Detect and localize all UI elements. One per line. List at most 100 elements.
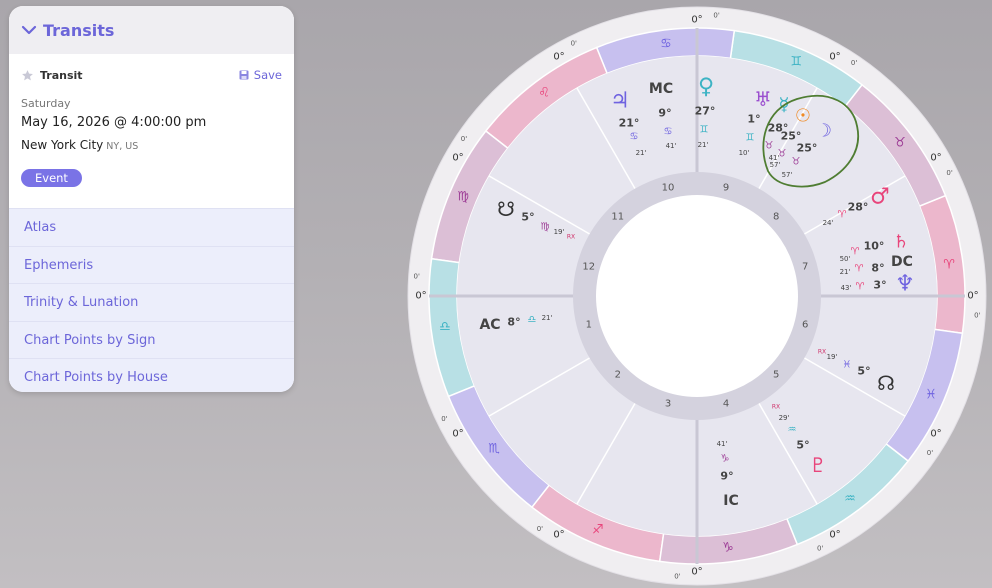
planet-mars-minute: 24' [823, 219, 834, 227]
house-number-2: 2 [615, 370, 621, 381]
angle-asc: AC [479, 317, 500, 333]
house-number-6: 6 [802, 320, 808, 331]
sign-glyph-aries-icon: ♈ [943, 258, 955, 273]
point-sign-icon: ♈ [855, 264, 864, 275]
mc-minute: 41' [666, 142, 677, 150]
planet-pluto-retrograde: RX [772, 404, 780, 411]
planet-jupiter-minute: 21' [636, 149, 647, 157]
event-badge[interactable]: Event [21, 169, 82, 187]
save-button[interactable]: Save [239, 68, 282, 82]
cusp-degree: 0° [691, 15, 702, 26]
sign-glyph-taurus-icon: ♉ [894, 136, 906, 151]
sign-glyph-virgo-icon: ♍ [457, 189, 469, 204]
sign-glyph-sagittarius-icon: ♐ [592, 522, 604, 537]
cusp-minute: 0' [414, 272, 420, 280]
planet-jupiter-icon: ♃ [610, 89, 630, 114]
planet-uranus-degree: 1° [747, 113, 760, 126]
sign-glyph-gemini-icon: ♊ [790, 55, 802, 70]
cusp-degree: 0° [452, 429, 463, 440]
planet-saturn-minute: 50' [840, 255, 851, 263]
planet-northnode-icon: ☊ [877, 371, 895, 395]
planet-moon-sign-icon: ♉ [792, 157, 801, 168]
cusp-degree: 0° [691, 567, 702, 578]
cusp-degree: 0° [452, 153, 463, 164]
cusp-minute: 0' [817, 545, 823, 553]
menu-item-ephemeris[interactable]: Ephemeris [9, 245, 294, 284]
wheel-center [596, 195, 798, 397]
planet-mars-sign-icon: ♈ [838, 210, 847, 221]
planet-pluto-degree: 5° [796, 439, 809, 452]
house-number-10: 10 [662, 182, 675, 193]
ic-sign-icon: ♑ [721, 454, 730, 465]
sign-glyph-leo-icon: ♌ [538, 86, 550, 101]
house-number-1: 1 [586, 320, 592, 331]
point-minute: 21' [840, 268, 851, 276]
planet-uranus-sign-icon: ♊ [746, 133, 755, 144]
planet-moon-icon: ☽ [816, 121, 832, 142]
cusp-minute: 0' [674, 572, 680, 580]
planet-pluto-minute: 29' [779, 414, 790, 422]
cusp-degree: 0° [553, 52, 564, 63]
house-number-4: 4 [723, 399, 729, 410]
menu-item-trinity-lunation[interactable]: Trinity & Lunation [9, 283, 294, 321]
house-number-7: 7 [802, 262, 808, 273]
asc-degree: 8° [507, 316, 520, 329]
planet-sun-sign-icon: ♉ [778, 149, 787, 160]
cusp-degree: 0° [553, 530, 564, 541]
save-label: Save [253, 68, 282, 82]
planet-neptune-minute: 43' [841, 284, 852, 292]
cusp-minute: 0' [571, 39, 577, 47]
planet-southnode-icon: ☋ [497, 197, 515, 221]
chart-location: New York City NY, US [21, 138, 282, 152]
angle-dsc: DC [891, 254, 913, 270]
cusp-minute: 0' [537, 525, 543, 533]
chart-info: Transit Save Saturday May 16, 2026 @ 4:0… [9, 54, 294, 208]
menu-item-chart-points-by-house[interactable]: Chart Points by House [9, 358, 294, 392]
angle-mc: MC [649, 81, 673, 97]
mc-degree: 9° [658, 107, 671, 120]
weekday: Saturday [21, 97, 71, 110]
planet-neptune-sign-icon: ♈ [856, 282, 865, 293]
ic-degree: 9° [720, 470, 733, 483]
chart-type-label: Transit [40, 68, 83, 82]
menu-list: Atlas Ephemeris Trinity & Lunation Chart… [9, 208, 294, 392]
menu-item-chart-points-by-sign[interactable]: Chart Points by Sign [9, 320, 294, 359]
house-number-5: 5 [773, 370, 779, 381]
cusp-degree: 0° [415, 291, 426, 302]
planet-southnode-sign-icon: ♍ [541, 222, 550, 233]
planet-neptune-degree: 3° [873, 279, 886, 292]
house-number-11: 11 [611, 211, 624, 222]
planet-southnode-retrograde: RX [567, 234, 575, 241]
house-number-9: 9 [723, 182, 729, 193]
cusp-minute: 0' [974, 312, 980, 320]
planet-saturn-sign-icon: ♈ [851, 247, 860, 258]
planet-pluto-sign-icon: ♒ [788, 425, 797, 436]
planet-mercury-sign-icon: ♉ [765, 141, 774, 152]
planet-saturn-degree: 10° [864, 240, 885, 253]
planet-venus-minute: 21' [698, 141, 709, 149]
star-icon[interactable] [21, 69, 34, 82]
sign-glyph-scorpio-icon: ♏ [488, 441, 500, 456]
planet-northnode-retrograde: RX [818, 349, 826, 356]
point-degree: 8° [871, 262, 884, 275]
cusp-minute: 0' [946, 169, 952, 177]
chart-datetime: May 16, 2026 @ 4:00:00 pm [21, 115, 207, 130]
planet-uranus-minute: 10' [739, 149, 750, 157]
house-number-3: 3 [665, 399, 671, 410]
planet-venus-degree: 27° [695, 105, 716, 118]
menu-item-atlas[interactable]: Atlas [9, 208, 294, 246]
panel-header[interactable]: Transits [9, 6, 294, 54]
planet-saturn-icon: ♄ [893, 232, 909, 253]
asc-minute: 21' [542, 314, 553, 322]
chart-wheel[interactable]: ♈♉♊♋♌♍♎♏♐♑♒♓ 123 456789101112ACDCMCIC8° ♎ 2… [405, 4, 989, 588]
sign-glyph-pisces-icon: ♓ [925, 388, 937, 403]
planet-sun-icon: ☉ [795, 106, 811, 127]
cusp-degree: 0° [967, 291, 978, 302]
planet-jupiter-sign-icon: ♋ [630, 132, 639, 143]
planet-southnode-minute: 19' [554, 228, 565, 236]
sign-glyph-aquarius-icon: ♒ [844, 491, 856, 506]
planet-northnode-minute: 19' [827, 353, 838, 361]
planet-mars-icon: ♂ [870, 185, 890, 210]
ic-minute: 41' [717, 440, 728, 448]
planet-uranus-icon: ♅ [754, 87, 772, 111]
